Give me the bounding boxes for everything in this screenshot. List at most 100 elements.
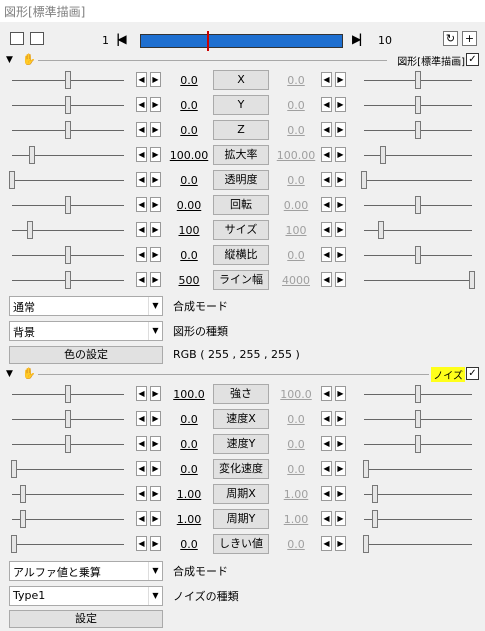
param-end-value[interactable]: 0.0 <box>272 463 320 476</box>
increment-right-button[interactable]: ▶ <box>335 197 346 212</box>
param-name-button[interactable]: 周期X <box>213 484 269 504</box>
increment-left-button[interactable]: ▶ <box>150 197 161 212</box>
increment-right-button[interactable]: ▶ <box>335 436 346 451</box>
slider-thumb-right[interactable] <box>372 510 378 528</box>
filter-enable-checkbox-noise[interactable]: ✓ <box>466 367 479 380</box>
increment-right-button[interactable]: ▶ <box>335 486 346 501</box>
param-end-value[interactable]: 100.00 <box>272 149 320 162</box>
slider-thumb-right[interactable] <box>415 410 421 428</box>
shape-type-select[interactable]: 背景 ▼ <box>9 321 163 341</box>
decrement-left-button[interactable]: ◀ <box>136 272 147 287</box>
increment-right-button[interactable]: ▶ <box>335 222 346 237</box>
add-icon[interactable]: + <box>462 31 477 46</box>
increment-right-button[interactable]: ▶ <box>335 97 346 112</box>
frame-timeline[interactable] <box>140 31 343 51</box>
decrement-right-button[interactable]: ◀ <box>321 511 332 526</box>
slider-track-left[interactable] <box>12 544 124 545</box>
seek-start-button[interactable]: |◀ <box>116 32 126 46</box>
blend-mode-select[interactable]: 通常 ▼ <box>9 296 163 316</box>
increment-left-button[interactable]: ▶ <box>150 97 161 112</box>
chevron-down-icon[interactable]: ▼ <box>148 587 162 605</box>
slider-thumb-left[interactable] <box>27 221 33 239</box>
refresh-icon[interactable]: ↻ <box>443 31 458 46</box>
slider-track-right[interactable] <box>364 544 472 545</box>
param-name-button[interactable]: 周期Y <box>213 509 269 529</box>
hand-icon[interactable]: ✋ <box>22 367 36 380</box>
param-name-button[interactable]: 変化速度 <box>213 459 269 479</box>
increment-right-button[interactable]: ▶ <box>335 536 346 551</box>
param-name-button[interactable]: X <box>213 70 269 90</box>
noise-blend-mode-select[interactable]: アルファ値と乗算 ▼ <box>9 561 163 581</box>
decrement-right-button[interactable]: ◀ <box>321 172 332 187</box>
noise-settings-button[interactable]: 設定 <box>9 610 163 628</box>
param-end-value[interactable]: 0.0 <box>272 124 320 137</box>
slider-thumb-left[interactable] <box>65 121 71 139</box>
param-name-button[interactable]: 拡大率 <box>213 145 269 165</box>
increment-right-button[interactable]: ▶ <box>335 272 346 287</box>
slider-track-right[interactable] <box>364 280 472 281</box>
slider-thumb-left[interactable] <box>11 535 17 553</box>
slider-thumb-left[interactable] <box>65 410 71 428</box>
increment-left-button[interactable]: ▶ <box>150 411 161 426</box>
increment-left-button[interactable]: ▶ <box>150 72 161 87</box>
increment-right-button[interactable]: ▶ <box>335 386 346 401</box>
slider-thumb-right[interactable] <box>363 460 369 478</box>
param-start-value[interactable]: 1.00 <box>165 513 213 526</box>
param-end-value[interactable]: 0.0 <box>272 249 320 262</box>
color-settings-button[interactable]: 色の設定 <box>9 346 163 364</box>
slider-thumb-right[interactable] <box>415 435 421 453</box>
slider-thumb-right[interactable] <box>415 121 421 139</box>
decrement-left-button[interactable]: ◀ <box>136 536 147 551</box>
increment-right-button[interactable]: ▶ <box>335 411 346 426</box>
slider-thumb-right[interactable] <box>469 271 475 289</box>
decrement-left-button[interactable]: ◀ <box>136 247 147 262</box>
collapse-triangle-icon[interactable]: ▼ <box>6 369 13 379</box>
param-end-value[interactable]: 0.0 <box>272 99 320 112</box>
increment-left-button[interactable]: ▶ <box>150 461 161 476</box>
decrement-right-button[interactable]: ◀ <box>321 147 332 162</box>
increment-right-button[interactable]: ▶ <box>335 511 346 526</box>
slider-thumb-left[interactable] <box>65 96 71 114</box>
slider-thumb-left[interactable] <box>65 196 71 214</box>
param-end-value[interactable]: 4000 <box>272 274 320 287</box>
increment-left-button[interactable]: ▶ <box>150 511 161 526</box>
param-name-button[interactable]: 透明度 <box>213 170 269 190</box>
slider-thumb-left[interactable] <box>65 385 71 403</box>
slider-thumb-right[interactable] <box>363 535 369 553</box>
param-start-value[interactable]: 0.0 <box>165 463 213 476</box>
increment-right-button[interactable]: ▶ <box>335 147 346 162</box>
slider-thumb-left[interactable] <box>20 510 26 528</box>
decrement-right-button[interactable]: ◀ <box>321 436 332 451</box>
chevron-down-icon[interactable]: ▼ <box>148 322 162 340</box>
decrement-left-button[interactable]: ◀ <box>136 172 147 187</box>
decrement-right-button[interactable]: ◀ <box>321 386 332 401</box>
increment-right-button[interactable]: ▶ <box>335 247 346 262</box>
increment-left-button[interactable]: ▶ <box>150 122 161 137</box>
slider-track-left[interactable] <box>12 519 124 520</box>
camera-icon[interactable] <box>10 32 24 45</box>
param-name-button[interactable]: サイズ <box>213 220 269 240</box>
seek-end-button[interactable]: ▶| <box>352 32 362 46</box>
increment-left-button[interactable]: ▶ <box>150 172 161 187</box>
decrement-right-button[interactable]: ◀ <box>321 247 332 262</box>
decrement-left-button[interactable]: ◀ <box>136 72 147 87</box>
param-name-button[interactable]: しきい値 <box>213 534 269 554</box>
slider-thumb-right[interactable] <box>372 485 378 503</box>
param-name-button[interactable]: 回転 <box>213 195 269 215</box>
decrement-left-button[interactable]: ◀ <box>136 147 147 162</box>
param-name-button[interactable]: 速度X <box>213 409 269 429</box>
increment-left-button[interactable]: ▶ <box>150 272 161 287</box>
decrement-left-button[interactable]: ◀ <box>136 222 147 237</box>
param-end-value[interactable]: 1.00 <box>272 513 320 526</box>
slider-thumb-left[interactable] <box>65 71 71 89</box>
layer-icon[interactable] <box>30 32 44 45</box>
decrement-right-button[interactable]: ◀ <box>321 461 332 476</box>
slider-thumb-right[interactable] <box>361 171 367 189</box>
increment-right-button[interactable]: ▶ <box>335 172 346 187</box>
slider-thumb-right[interactable] <box>378 221 384 239</box>
slider-thumb-left[interactable] <box>65 435 71 453</box>
param-end-value[interactable]: 1.00 <box>272 488 320 501</box>
slider-track-left[interactable] <box>12 494 124 495</box>
param-start-value[interactable]: 0.0 <box>165 249 213 262</box>
noise-type-select[interactable]: Type1 ▼ <box>9 586 163 606</box>
